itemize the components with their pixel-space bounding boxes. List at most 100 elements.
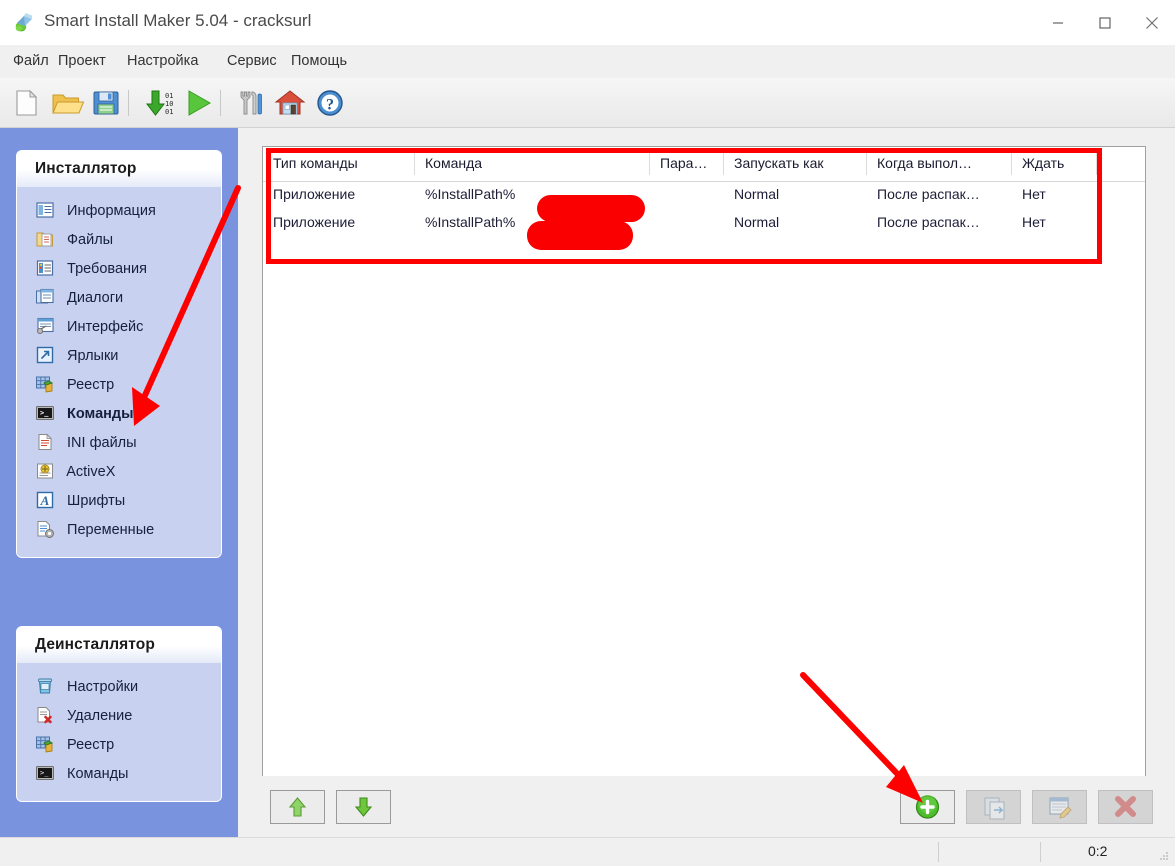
cell-when-execute: После распак… bbox=[877, 214, 980, 230]
menu-bar: Файл Проект Настройка Сервис Помощь bbox=[0, 45, 1175, 78]
sidebar-item-registry[interactable]: Реестр bbox=[17, 371, 221, 400]
svg-text:>_: >_ bbox=[40, 409, 49, 417]
cell-run-as: Normal bbox=[734, 214, 780, 230]
delete-command-button[interactable] bbox=[1098, 790, 1153, 824]
move-down-button[interactable] bbox=[336, 790, 391, 824]
application-window: Smart Install Maker 5.04 - cracksurl Фай… bbox=[0, 0, 1175, 866]
installer-panel-title: Инсталлятор bbox=[17, 151, 221, 187]
status-bar: 0:2 bbox=[0, 837, 1175, 866]
sidebar-item-interface[interactable]: Интерфейс bbox=[17, 313, 221, 342]
sidebar-item-uninstall-commands[interactable]: >_ Команды bbox=[17, 760, 221, 789]
ini-files-icon bbox=[35, 432, 55, 452]
commands-icon: >_ bbox=[35, 763, 55, 783]
commands-list-view[interactable]: Тип команды Команда Пара… Запускать как … bbox=[262, 146, 1146, 796]
resize-grip[interactable] bbox=[1158, 850, 1170, 862]
status-separator-2 bbox=[1040, 842, 1041, 862]
sidebar-item-ini-files[interactable]: INI файлы bbox=[17, 429, 221, 458]
sidebar-item-label: INI файлы bbox=[67, 435, 137, 451]
shortcuts-icon bbox=[35, 345, 55, 365]
registry-icon bbox=[35, 734, 55, 754]
open-project-button[interactable] bbox=[48, 85, 84, 121]
svg-text:10: 10 bbox=[165, 100, 173, 108]
close-button[interactable] bbox=[1129, 0, 1175, 45]
run-button[interactable] bbox=[180, 85, 216, 121]
sidebar-item-uninstall-registry[interactable]: Реестр bbox=[17, 731, 221, 760]
main-toolbar: 01 10 01 ? bbox=[0, 78, 1175, 128]
help-button[interactable]: ? bbox=[312, 85, 348, 121]
variables-icon bbox=[35, 519, 55, 539]
information-icon bbox=[35, 200, 55, 220]
col-wait[interactable]: Ждать bbox=[1012, 147, 1097, 181]
menu-project[interactable]: Проект bbox=[53, 51, 111, 71]
interface-icon bbox=[35, 316, 55, 336]
new-project-button[interactable] bbox=[8, 85, 44, 121]
col-command-type[interactable]: Тип команды bbox=[263, 147, 415, 181]
menu-file[interactable]: Файл bbox=[8, 51, 54, 71]
save-project-button[interactable] bbox=[88, 85, 124, 121]
menu-help[interactable]: Помощь bbox=[286, 51, 352, 71]
sidebar-item-variables[interactable]: Переменные bbox=[17, 516, 221, 545]
menu-settings[interactable]: Настройка bbox=[122, 51, 203, 71]
redaction-blob bbox=[527, 221, 633, 250]
menu-service[interactable]: Сервис bbox=[222, 51, 282, 71]
status-separator-1 bbox=[938, 842, 939, 862]
add-command-button[interactable] bbox=[900, 790, 955, 824]
fonts-icon: A bbox=[35, 490, 55, 510]
sidebar-item-commands[interactable]: >_ Команды bbox=[17, 400, 221, 429]
sidebar-item-label: Реестр bbox=[67, 377, 115, 393]
sidebar-item-information[interactable]: Информация bbox=[17, 197, 221, 226]
col-command[interactable]: Команда bbox=[415, 147, 650, 181]
toolbar-separator-1 bbox=[128, 90, 129, 116]
cell-command-type: Приложение bbox=[273, 186, 356, 202]
sidebar-item-label: Реестр bbox=[67, 737, 115, 753]
sidebar-item-files[interactable]: Файлы bbox=[17, 226, 221, 255]
copy-command-button[interactable] bbox=[966, 790, 1021, 824]
uninstaller-panel-title: Деинсталлятор bbox=[17, 627, 221, 663]
sidebar-item-label: Требования bbox=[67, 261, 147, 277]
minimize-button[interactable] bbox=[1035, 0, 1081, 45]
main-content: Тип команды Команда Пара… Запускать как … bbox=[238, 128, 1175, 838]
sidebar-item-label: Переменные bbox=[67, 522, 155, 538]
toolbar-separator-2 bbox=[220, 90, 221, 116]
sidebar-item-fonts[interactable]: A Шрифты bbox=[17, 487, 221, 516]
sidebar-item-label: Диалоги bbox=[67, 290, 124, 306]
status-counter: 0:2 bbox=[1088, 843, 1108, 859]
svg-text:>_: >_ bbox=[40, 769, 49, 777]
table-row[interactable]: Приложение %InstallPath% Normal После ра… bbox=[263, 181, 1145, 209]
sidebar-item-label: Интерфейс bbox=[67, 319, 144, 335]
cell-command-type: Приложение bbox=[273, 214, 356, 230]
sidebar-item-shortcuts[interactable]: Ярлыки bbox=[17, 342, 221, 371]
title-bar: Smart Install Maker 5.04 - cracksurl bbox=[0, 0, 1175, 45]
cell-wait: Нет bbox=[1022, 186, 1046, 202]
edit-command-button[interactable] bbox=[1032, 790, 1087, 824]
installer-panel-items: Информация Файлы Требования Диалоги Инте… bbox=[17, 187, 221, 557]
files-icon bbox=[35, 229, 55, 249]
sidebar-item-uninstall-settings[interactable]: Настройки bbox=[17, 673, 221, 702]
tools-button[interactable] bbox=[232, 85, 268, 121]
sidebar-item-requirements[interactable]: Требования bbox=[17, 255, 221, 284]
sidebar-item-label: Команды bbox=[67, 406, 134, 422]
svg-text:?: ? bbox=[326, 97, 334, 114]
sidebar-item-activex[interactable]: ActiveX bbox=[17, 458, 221, 487]
sidebar-item-label: Настройки bbox=[67, 679, 139, 695]
home-button[interactable] bbox=[272, 85, 308, 121]
sidebar-item-dialogs[interactable]: Диалоги bbox=[17, 284, 221, 313]
navigation-sidebar: Инсталлятор Информация Файлы Требования … bbox=[0, 128, 238, 838]
dialogs-icon bbox=[35, 287, 55, 307]
commands-table-header: Тип команды Команда Пара… Запускать как … bbox=[263, 147, 1145, 182]
col-run-as[interactable]: Запускать как bbox=[724, 147, 867, 181]
list-action-toolbar bbox=[238, 776, 1175, 838]
activex-icon bbox=[35, 461, 55, 481]
compile-button[interactable]: 01 10 01 bbox=[140, 85, 176, 121]
sidebar-item-label: Удаление bbox=[67, 708, 133, 724]
col-parameters[interactable]: Пара… bbox=[650, 147, 724, 181]
table-row[interactable]: Приложение %InstallPath% Normal После ра… bbox=[263, 209, 1145, 237]
sidebar-item-label: Ярлыки bbox=[67, 348, 119, 364]
window-title: Smart Install Maker 5.04 - cracksurl bbox=[44, 11, 312, 30]
col-extra[interactable] bbox=[1097, 147, 1145, 181]
move-up-button[interactable] bbox=[270, 790, 325, 824]
uninstaller-panel: Деинсталлятор Настройки Удаление Реестр … bbox=[16, 626, 222, 802]
maximize-button[interactable] bbox=[1082, 0, 1128, 45]
sidebar-item-delete[interactable]: Удаление bbox=[17, 702, 221, 731]
col-when-execute[interactable]: Когда выпол… bbox=[867, 147, 1012, 181]
